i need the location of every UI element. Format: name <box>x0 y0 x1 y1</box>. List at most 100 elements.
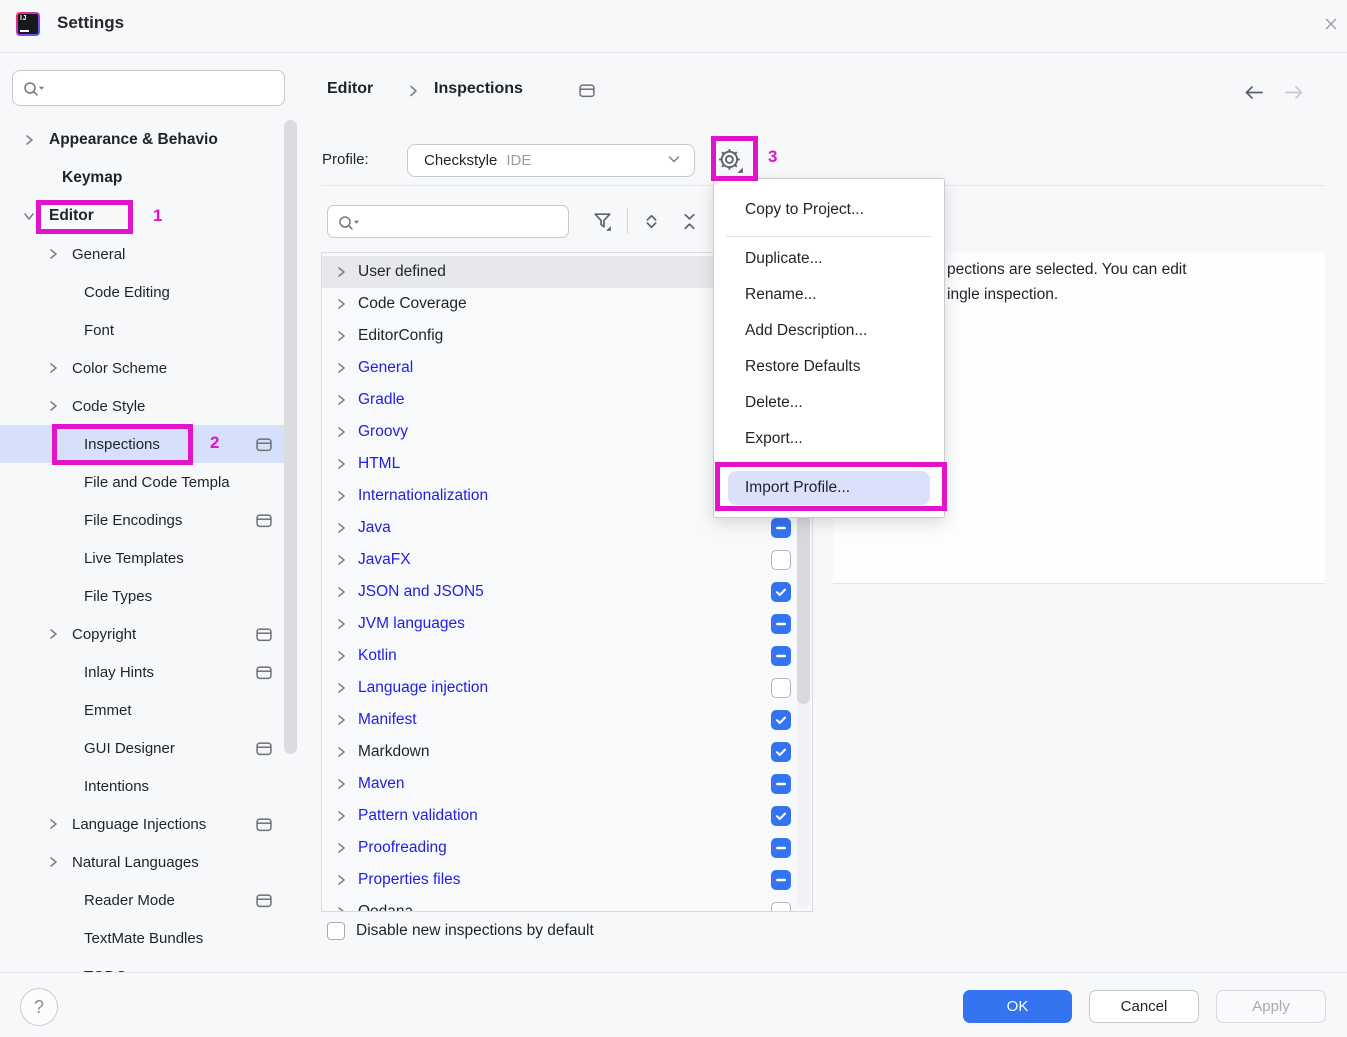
chevron-right-icon[interactable] <box>22 133 36 147</box>
sidebar-item-natural-languages[interactable]: Natural Languages <box>0 843 297 881</box>
chevron-right-icon[interactable] <box>46 627 60 641</box>
apply-button[interactable]: Apply <box>1216 990 1326 1023</box>
inspections-search-input[interactable] <box>327 205 569 238</box>
chevron-right-icon[interactable] <box>334 585 348 599</box>
chevron-right-icon[interactable] <box>334 777 348 791</box>
json-and-json5-checkbox[interactable] <box>771 582 791 602</box>
sidebar-item-copyright[interactable]: Copyright <box>0 615 297 653</box>
sidebar-item-live-templates[interactable]: Live Templates <box>0 539 297 577</box>
chevron-right-icon[interactable] <box>334 425 348 439</box>
tree-item-javafx[interactable]: JavaFX <box>322 544 812 576</box>
tree-item-manifest[interactable]: Manifest <box>322 704 812 736</box>
chevron-right-icon[interactable] <box>46 855 60 869</box>
tree-item-maven[interactable]: Maven <box>322 768 812 800</box>
chevron-right-icon[interactable] <box>334 873 348 887</box>
tree-item-pattern-validation[interactable]: Pattern validation <box>322 800 812 832</box>
sidebar-item-language-injections[interactable]: Language Injections <box>0 805 297 843</box>
sidebar-item-todo[interactable]: TODO <box>0 957 297 972</box>
chevron-down-icon[interactable] <box>22 209 36 223</box>
language-injection-checkbox[interactable] <box>771 678 791 698</box>
sidebar-item-intentions[interactable]: Intentions <box>0 767 297 805</box>
chevron-right-icon[interactable] <box>334 745 348 759</box>
sidebar-item-file-types[interactable]: File Types <box>0 577 297 615</box>
jvm-languages-checkbox[interactable] <box>771 614 791 634</box>
sidebar-item-code-editing[interactable]: Code Editing <box>0 273 297 311</box>
chevron-right-icon[interactable] <box>46 817 60 831</box>
sidebar-item-general[interactable]: General <box>0 235 297 273</box>
manifest-checkbox[interactable] <box>771 710 791 730</box>
chevron-right-icon[interactable] <box>334 361 348 375</box>
sidebar-item-textmate-bundles[interactable]: TextMate Bundles <box>0 919 297 957</box>
close-icon[interactable] <box>1322 15 1340 37</box>
chevron-right-icon[interactable] <box>46 361 60 375</box>
proofreading-checkbox[interactable] <box>771 838 791 858</box>
pattern-validation-checkbox[interactable] <box>771 806 791 826</box>
kotlin-checkbox[interactable] <box>771 646 791 666</box>
sidebar-item-keymap[interactable]: Keymap <box>0 159 297 197</box>
chevron-right-icon[interactable] <box>334 265 348 279</box>
menu-item-delete[interactable]: Delete... <box>714 385 944 421</box>
sidebar-item-file-and-code-templa[interactable]: File and Code Templa <box>0 463 297 501</box>
chevron-right-icon[interactable] <box>46 399 60 413</box>
qodana-checkbox[interactable] <box>771 902 791 912</box>
chevron-right-icon[interactable] <box>334 521 348 535</box>
chevron-right-icon[interactable] <box>334 329 348 343</box>
help-icon[interactable]: ? <box>20 988 58 1026</box>
collapse-all-icon[interactable] <box>676 208 702 234</box>
tree-item-jvm-languages[interactable]: JVM languages <box>322 608 812 640</box>
chevron-right-icon[interactable] <box>334 841 348 855</box>
java-checkbox[interactable] <box>771 518 791 538</box>
menu-item-restore-defaults[interactable]: Restore Defaults <box>714 349 944 385</box>
menu-item-export[interactable]: Export... <box>714 421 944 457</box>
sidebar-item-appearance-behavio[interactable]: Appearance & Behavio <box>0 121 297 159</box>
chevron-right-icon[interactable] <box>46 247 60 261</box>
menu-item-duplicate[interactable]: Duplicate... <box>714 241 944 277</box>
settings-search-input[interactable] <box>12 70 285 106</box>
sidebar-item-code-style[interactable]: Code Style <box>0 387 297 425</box>
cancel-button[interactable]: Cancel <box>1089 990 1199 1023</box>
maven-checkbox[interactable] <box>771 774 791 794</box>
menu-item-add-description[interactable]: Add Description... <box>714 313 944 349</box>
sidebar-item-font[interactable]: Font <box>0 311 297 349</box>
tree-item-json-and-json5[interactable]: JSON and JSON5 <box>322 576 812 608</box>
chevron-right-icon[interactable] <box>334 553 348 567</box>
menu-item-copy-to-project[interactable]: Copy to Project... <box>714 192 944 228</box>
sidebar-item-file-encodings[interactable]: File Encodings <box>0 501 297 539</box>
tree-item-label: JSON and JSON5 <box>358 583 484 601</box>
markdown-checkbox[interactable] <box>771 742 791 762</box>
chevron-right-icon[interactable] <box>334 809 348 823</box>
filter-icon[interactable] <box>589 208 615 234</box>
javafx-checkbox[interactable] <box>771 550 791 570</box>
sidebar-scrollbar[interactable] <box>284 120 297 754</box>
properties-files-checkbox[interactable] <box>771 870 791 890</box>
chevron-right-icon[interactable] <box>334 905 348 912</box>
sidebar-item-gui-designer[interactable]: GUI Designer <box>0 729 297 767</box>
sidebar-item-reader-mode[interactable]: Reader Mode <box>0 881 297 919</box>
back-arrow-icon[interactable] <box>1243 84 1265 105</box>
chevron-right-icon[interactable] <box>334 457 348 471</box>
chevron-right-icon[interactable] <box>334 297 348 311</box>
chevron-right-icon[interactable] <box>334 713 348 727</box>
annotation-box-editor <box>36 200 133 234</box>
tree-item-qodana[interactable]: Qodana <box>322 896 812 912</box>
chevron-right-icon[interactable] <box>334 617 348 631</box>
chevron-right-icon[interactable] <box>334 393 348 407</box>
tree-item-proofreading[interactable]: Proofreading <box>322 832 812 864</box>
tree-item-properties-files[interactable]: Properties files <box>322 864 812 896</box>
chevron-right-icon[interactable] <box>334 681 348 695</box>
menu-item-rename[interactable]: Rename... <box>714 277 944 313</box>
sidebar-item-inlay-hints[interactable]: Inlay Hints <box>0 653 297 691</box>
sidebar-item-emmet[interactable]: Emmet <box>0 691 297 729</box>
tree-item-language-injection[interactable]: Language injection <box>322 672 812 704</box>
ok-button[interactable]: OK <box>963 990 1072 1023</box>
chevron-right-icon[interactable] <box>334 649 348 663</box>
breadcrumb-editor[interactable]: Editor <box>327 80 373 98</box>
profile-dropdown[interactable]: Checkstyle IDE <box>407 144 695 177</box>
expand-all-icon[interactable] <box>638 208 664 234</box>
forward-arrow-icon[interactable] <box>1283 84 1305 105</box>
tree-item-markdown[interactable]: Markdown <box>322 736 812 768</box>
disable-new-inspections-checkbox[interactable] <box>327 922 345 940</box>
tree-item-kotlin[interactable]: Kotlin <box>322 640 812 672</box>
chevron-right-icon[interactable] <box>334 489 348 503</box>
sidebar-item-color-scheme[interactable]: Color Scheme <box>0 349 297 387</box>
